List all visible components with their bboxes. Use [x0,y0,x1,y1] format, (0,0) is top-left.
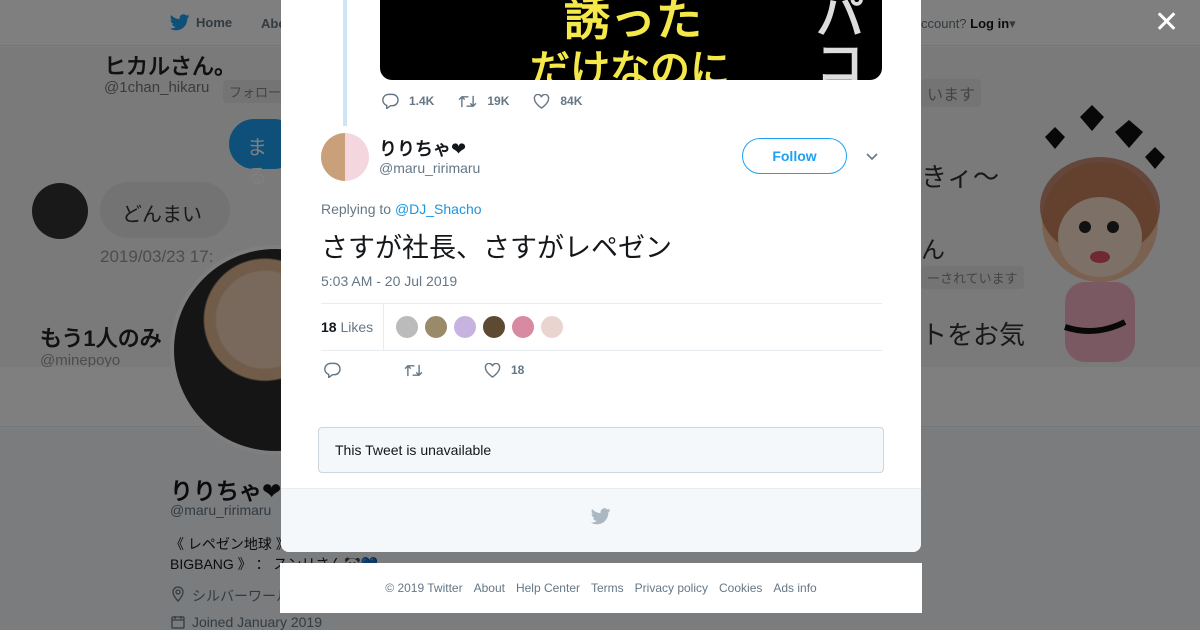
footer-link-about[interactable]: About [474,581,505,595]
retweet-icon [458,95,477,107]
tweet-actions: 18 [324,362,524,378]
retweet-count: 19K [487,94,510,108]
liker-avatar[interactable] [482,315,506,339]
site-footer: © 2019 Twitter About Help Center Terms P… [280,563,922,613]
heart-icon [484,362,501,378]
footer-link-ads-info[interactable]: Ads info [773,581,816,595]
likes-separator [383,304,384,350]
likers-avatars [395,315,564,339]
replying-to-link[interactable]: @DJ_Shacho [395,201,482,217]
footer-link-help-center[interactable]: Help Center [516,581,580,595]
retweet-icon [404,364,423,376]
like-count: 84K [560,94,583,108]
footer-copyright: © 2019 Twitter [385,581,463,595]
tweet-modal: 誘った だけなのに パコ 1.4K 19K 84K りりちゃ❤ @maru_ri… [281,0,921,552]
heart-icon [534,93,550,109]
media-text-2: だけなのに [530,48,730,80]
follow-button[interactable]: Follow [742,138,847,174]
footer-link-privacy[interactable]: Privacy policy [635,581,708,595]
reply-action[interactable] [324,362,404,378]
reply-count: 1.4K [409,94,435,108]
likes-label: Likes [340,319,374,335]
like-action[interactable]: 18 [484,362,525,378]
author-handle[interactable]: @maru_ririmaru [379,160,480,176]
retweet-stat[interactable]: 19K [458,93,509,109]
author-name[interactable]: りりちゃ❤ [379,135,466,161]
likes-summary[interactable]: 18 Likes [321,319,373,335]
thread-line [343,0,347,126]
close-icon[interactable]: ✕ [1154,8,1179,38]
likes-count: 18 [321,319,337,335]
previous-tweet-stats: 1.4K 19K 84K [382,93,582,109]
reply-icon [382,93,399,109]
media-text-1: 誘った [564,0,702,45]
replying-to-prefix: Replying to [321,201,392,217]
retweet-action[interactable] [404,363,484,378]
liker-avatar[interactable] [453,315,477,339]
footer-link-cookies[interactable]: Cookies [719,581,762,595]
unavailable-tweet-notice: This Tweet is unavailable [318,427,884,473]
media-text-3: パコ [816,0,865,80]
likes-row: 18 Likes [321,303,882,351]
footer-link-terms[interactable]: Terms [591,581,624,595]
tweet-timestamp[interactable]: 5:03 AM - 20 Jul 2019 [321,273,457,289]
chevron-down-icon[interactable] [865,150,879,164]
modal-footer [281,488,921,552]
liker-avatar[interactable] [511,315,535,339]
liker-avatar[interactable] [395,315,419,339]
reply-stat[interactable]: 1.4K [382,93,434,109]
twitter-bird-icon [591,508,611,525]
like-action-count: 18 [511,363,525,377]
like-stat[interactable]: 84K [533,93,582,109]
reply-icon [324,362,341,378]
author-avatar[interactable] [321,133,369,181]
tweet-text: さすが社長、さすがレペゼン [321,233,672,263]
previous-tweet-media[interactable]: 誘った だけなのに パコ [380,0,882,80]
replying-to: Replying to @DJ_Shacho [321,201,482,217]
liker-avatar[interactable] [424,315,448,339]
liker-avatar[interactable] [540,315,564,339]
